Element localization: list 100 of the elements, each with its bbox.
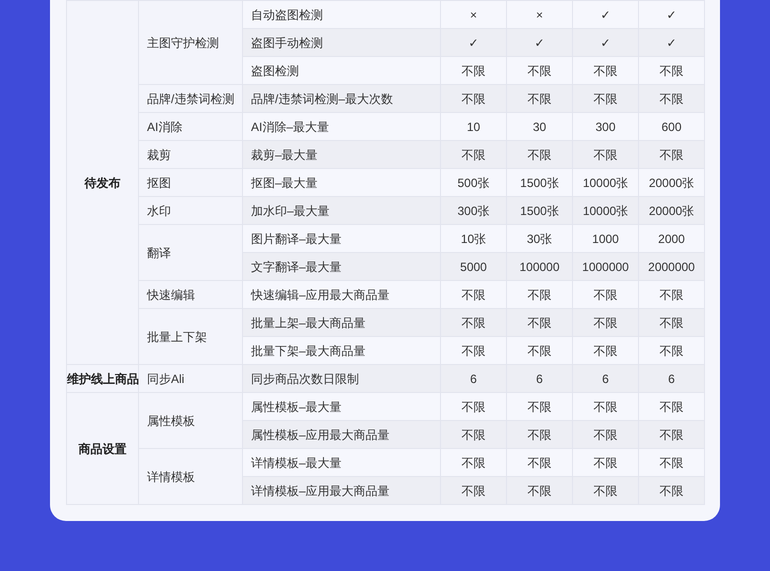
value-cell: 不限: [572, 280, 638, 308]
value-cell: 500张: [440, 168, 506, 196]
value-cell: 不限: [638, 476, 704, 504]
item-cell: 批量上架–最大商品量: [242, 308, 440, 336]
value-cell: 不限: [440, 140, 506, 168]
value-cell: ✓: [506, 28, 572, 56]
value-cell: ✓: [638, 28, 704, 56]
value-cell: 不限: [638, 140, 704, 168]
value-cell: 不限: [506, 84, 572, 112]
value-cell: ✓: [638, 0, 704, 28]
feature-cell: 水印: [138, 196, 242, 224]
value-cell: 不限: [572, 84, 638, 112]
value-cell: ×: [440, 0, 506, 28]
value-cell: 不限: [440, 420, 506, 448]
value-cell: 不限: [506, 56, 572, 84]
item-cell: 裁剪–最大量: [242, 140, 440, 168]
value-cell: 600: [638, 112, 704, 140]
value-cell: 1000000: [572, 252, 638, 280]
value-cell: 不限: [506, 336, 572, 364]
value-cell: 2000: [638, 224, 704, 252]
value-cell: 2000000: [638, 252, 704, 280]
value-cell: 10000张: [572, 168, 638, 196]
feature-cell: 同步Ali: [138, 364, 242, 392]
value-cell: 不限: [638, 392, 704, 420]
value-cell: ✓: [572, 28, 638, 56]
value-cell: 不限: [638, 56, 704, 84]
item-cell: 属性模板–最大量: [242, 392, 440, 420]
value-cell: 不限: [638, 448, 704, 476]
value-cell: 10张: [440, 224, 506, 252]
value-cell: 不限: [440, 392, 506, 420]
value-cell: 不限: [638, 84, 704, 112]
value-cell: 不限: [572, 420, 638, 448]
item-cell: 图片翻译–最大量: [242, 224, 440, 252]
value-cell: 不限: [440, 476, 506, 504]
value-cell: 6: [638, 364, 704, 392]
feature-cell: 主图守护检测: [138, 0, 242, 84]
feature-cell: 翻译: [138, 224, 242, 280]
value-cell: 不限: [572, 336, 638, 364]
value-cell: 不限: [572, 140, 638, 168]
item-cell: 快速编辑–应用最大商品量: [242, 280, 440, 308]
value-cell: 不限: [440, 84, 506, 112]
feature-cell: AI消除: [138, 112, 242, 140]
value-cell: 不限: [440, 448, 506, 476]
value-cell: 10000张: [572, 196, 638, 224]
value-cell: 300张: [440, 196, 506, 224]
feature-cell: 快速编辑: [138, 280, 242, 308]
value-cell: 不限: [638, 336, 704, 364]
item-cell: 盗图手动检测: [242, 28, 440, 56]
value-cell: 5000: [440, 252, 506, 280]
value-cell: 不限: [638, 420, 704, 448]
feature-cell: 详情模板: [138, 448, 242, 504]
value-cell: 不限: [440, 280, 506, 308]
value-cell: 100000: [506, 252, 572, 280]
value-cell: 不限: [572, 448, 638, 476]
value-cell: 不限: [440, 56, 506, 84]
value-cell: 1500张: [506, 168, 572, 196]
item-cell: 详情模板–应用最大商品量: [242, 476, 440, 504]
value-cell: ✓: [440, 28, 506, 56]
item-cell: 同步商品次数日限制: [242, 364, 440, 392]
value-cell: 不限: [506, 308, 572, 336]
value-cell: 6: [506, 364, 572, 392]
item-cell: 属性模板–应用最大商品量: [242, 420, 440, 448]
feature-cell: 品牌/违禁词检测: [138, 84, 242, 112]
item-cell: 抠图–最大量: [242, 168, 440, 196]
value-cell: 300: [572, 112, 638, 140]
value-cell: 不限: [440, 308, 506, 336]
value-cell: 不限: [572, 56, 638, 84]
value-cell: ×: [506, 0, 572, 28]
value-cell: 不限: [572, 392, 638, 420]
value-cell: 不限: [638, 308, 704, 336]
item-cell: 盗图检测: [242, 56, 440, 84]
value-cell: 20000张: [638, 196, 704, 224]
value-cell: 不限: [506, 476, 572, 504]
value-cell: 10: [440, 112, 506, 140]
value-cell: 30张: [506, 224, 572, 252]
value-cell: 20000张: [638, 168, 704, 196]
value-cell: 不限: [506, 448, 572, 476]
feature-cell: 抠图: [138, 168, 242, 196]
group-cell: 维护线上商品: [66, 364, 138, 392]
item-cell: 自动盗图检测: [242, 0, 440, 28]
value-cell: 不限: [572, 308, 638, 336]
value-cell: 6: [572, 364, 638, 392]
value-cell: 不限: [506, 140, 572, 168]
value-cell: 不限: [440, 336, 506, 364]
value-cell: 不限: [572, 476, 638, 504]
feature-cell: 批量上下架: [138, 308, 242, 364]
value-cell: 6: [440, 364, 506, 392]
group-cell: 待发布: [66, 0, 138, 364]
item-cell: 文字翻译–最大量: [242, 252, 440, 280]
value-cell: 不限: [638, 280, 704, 308]
value-cell: ✓: [572, 0, 638, 28]
item-cell: 加水印–最大量: [242, 196, 440, 224]
item-cell: 详情模板–最大量: [242, 448, 440, 476]
value-cell: 1000: [572, 224, 638, 252]
item-cell: 批量下架–最大商品量: [242, 336, 440, 364]
item-cell: AI消除–最大量: [242, 112, 440, 140]
group-cell: 商品设置: [66, 392, 138, 504]
feature-cell: 属性模板: [138, 392, 242, 448]
value-cell: 30: [506, 112, 572, 140]
value-cell: 不限: [506, 392, 572, 420]
